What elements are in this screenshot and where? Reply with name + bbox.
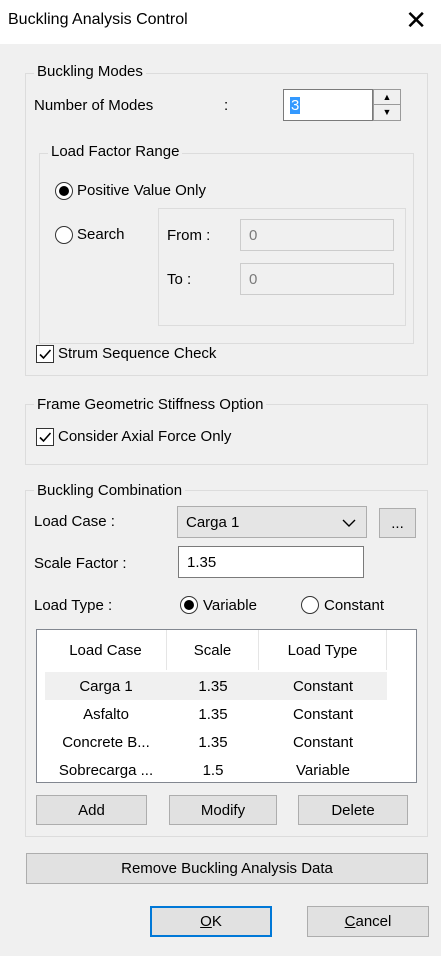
table-row[interactable]: Asfalto 1.35 Constant <box>45 700 416 728</box>
buckling-combination-legend: Buckling Combination <box>34 482 186 499</box>
search-radio[interactable] <box>55 226 73 244</box>
radio-dot <box>184 600 194 610</box>
modes-spinner[interactable]: ▲ ▼ <box>373 89 401 121</box>
positive-value-label[interactable]: Positive Value Only <box>77 182 206 199</box>
column-header[interactable]: Scale <box>167 630 259 670</box>
table-cell: Asfalto <box>83 705 129 723</box>
table-header: Load Case Scale Load Type <box>37 630 416 670</box>
table-cell: 1.35 <box>198 705 228 723</box>
spin-down-icon[interactable]: ▼ <box>374 105 400 120</box>
table-cell: Variable <box>296 761 350 779</box>
positive-value-radio[interactable] <box>55 182 73 200</box>
table-row[interactable]: Concrete B... 1.35 Constant <box>45 728 416 756</box>
buckling-modes-legend: Buckling Modes <box>34 63 146 80</box>
cancel-label: Cancel <box>344 913 392 930</box>
table-cell: Constant <box>292 705 354 723</box>
spin-up-icon[interactable]: ▲ <box>374 90 400 105</box>
delete-button[interactable]: Delete <box>298 795 408 825</box>
to-input[interactable]: 0 <box>240 263 394 295</box>
load-case-label: Load Case : <box>34 513 115 530</box>
remove-buckling-data-button[interactable]: Remove Buckling Analysis Data <box>26 853 428 884</box>
number-of-modes-input[interactable]: 3 <box>283 89 373 121</box>
load-case-dropdown[interactable]: Carga 1 <box>177 506 367 538</box>
table-cell: Sobrecarga ... <box>58 761 154 779</box>
number-of-modes-colon: : <box>224 97 229 114</box>
strum-checkbox[interactable] <box>36 345 54 363</box>
table-cell: 1.5 <box>202 761 224 779</box>
table-cell: Constant <box>292 733 354 751</box>
from-label: From : <box>167 227 211 244</box>
table-cell: 1.35 <box>198 677 228 695</box>
to-value: 0 <box>249 270 258 288</box>
table-cell: 1.35 <box>198 733 228 751</box>
number-of-modes-value: 3 <box>290 96 301 114</box>
table-row[interactable]: Sobrecarga ... 1.5 Variable <box>45 756 416 782</box>
frame-geometric-legend: Frame Geometric Stiffness Option <box>34 396 267 413</box>
number-of-modes-label: Number of Modes <box>34 97 154 114</box>
axial-force-checkbox[interactable] <box>36 428 54 446</box>
variable-label[interactable]: Variable <box>203 597 257 614</box>
scale-factor-input[interactable]: 1.35 <box>178 546 364 578</box>
load-case-table[interactable]: Load Case Scale Load Type Carga 1 1.35 C… <box>36 629 417 783</box>
from-value: 0 <box>249 226 258 244</box>
checkmark-icon <box>39 432 52 443</box>
from-input[interactable]: 0 <box>240 219 394 251</box>
to-label: To : <box>167 271 192 288</box>
column-header[interactable]: Load Type <box>259 630 387 670</box>
modify-button[interactable]: Modify <box>169 795 277 825</box>
load-type-label: Load Type : <box>34 597 113 614</box>
add-button[interactable]: Add <box>36 795 147 825</box>
chevron-down-icon <box>342 519 356 527</box>
load-factor-range-legend: Load Factor Range <box>48 143 183 160</box>
checkmark-icon <box>39 349 52 360</box>
scale-factor-label: Scale Factor : <box>34 555 127 572</box>
constant-radio[interactable] <box>301 596 319 614</box>
table-cell: Constant <box>292 677 354 695</box>
axial-force-label[interactable]: Consider Axial Force Only <box>58 428 231 445</box>
table-row[interactable]: Carga 1 1.35 Constant <box>45 672 387 700</box>
close-icon[interactable]: ✕ <box>405 6 427 36</box>
constant-label[interactable]: Constant <box>324 597 384 614</box>
ok-button[interactable]: OK <box>150 906 272 937</box>
scale-factor-value: 1.35 <box>187 553 217 571</box>
load-case-selected: Carga 1 <box>186 513 240 531</box>
search-label[interactable]: Search <box>77 226 125 243</box>
cancel-button[interactable]: Cancel <box>307 906 429 937</box>
table-cell: Concrete B... <box>62 733 150 751</box>
variable-radio[interactable] <box>180 596 198 614</box>
table-cell: Carga 1 <box>79 677 133 695</box>
strum-label[interactable]: Strum Sequence Check <box>58 345 216 362</box>
column-header[interactable]: Load Case <box>45 630 167 670</box>
load-case-browse-button[interactable]: ... <box>379 508 416 538</box>
window-title: Buckling Analysis Control <box>8 11 188 28</box>
ok-label: OK <box>200 913 222 930</box>
radio-dot <box>59 186 69 196</box>
